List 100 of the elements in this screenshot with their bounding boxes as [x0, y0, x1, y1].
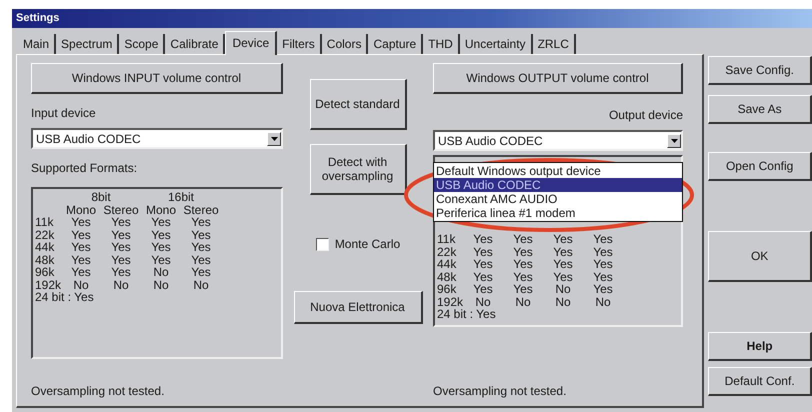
table-cell-text: No: [72, 278, 90, 291]
row-label: 96k: [35, 266, 56, 278]
tab[interactable]: Spectrum: [56, 34, 120, 54]
volume-control-button[interactable]: Windows INPUT volume control: [31, 63, 283, 94]
detect-button[interactable]: Detect with oversampling: [310, 144, 406, 195]
checkbox-label: Monte Carlo: [334, 237, 400, 251]
table-cell-text: Yes: [70, 216, 92, 228]
table-cell-text: Yes: [110, 266, 132, 278]
side-button[interactable]: Help: [708, 332, 812, 361]
row-label: 44k: [437, 258, 458, 270]
column-header: 16bit: [166, 191, 196, 204]
detect-button[interactable]: Detect standard: [310, 79, 406, 130]
table-cell-text: Yes: [472, 233, 494, 246]
table-cell-text: No: [514, 296, 532, 308]
table-cell-text: Yes: [190, 266, 212, 278]
table-cell-text: No: [152, 278, 170, 291]
row-label: 96k: [437, 283, 458, 296]
tab[interactable]: Capture: [368, 34, 424, 54]
tab[interactable]: Filters: [277, 34, 322, 54]
row-label: 11k: [35, 216, 54, 228]
dropdown-field[interactable]: USB Audio CODEC: [31, 128, 283, 149]
status-text: Oversampling not tested.: [433, 384, 568, 398]
row-label: 192k: [437, 296, 463, 308]
side-button[interactable]: OK: [708, 231, 812, 282]
side-button[interactable]: Open Config: [708, 152, 812, 181]
table-cell-text: Yes: [552, 258, 574, 270]
table-cell-text: Yes: [190, 216, 212, 228]
tab[interactable]: THD: [423, 34, 460, 54]
format-note: 24 bit : Yes: [35, 291, 95, 304]
table-cell-text: Yes: [70, 241, 92, 254]
table-cell-text: Yes: [150, 241, 172, 254]
table-cell-text: Yes: [70, 266, 92, 278]
status-text: Oversampling not tested.: [31, 384, 166, 398]
field-label: Supported Formats:: [31, 161, 138, 175]
table-cell-text: Yes: [552, 270, 574, 283]
table-cell-text: Yes: [110, 254, 132, 266]
field-label: Output device: [608, 108, 683, 122]
table-cell-text: Yes: [592, 233, 614, 246]
table-cell-text: Yes: [552, 246, 574, 258]
field-label: Input device: [31, 106, 97, 120]
table-cell-text: Yes: [190, 241, 212, 254]
table-cell-text: Yes: [150, 254, 172, 266]
row-label: 22k: [35, 228, 56, 241]
checkbox[interactable]: [316, 238, 329, 250]
table-cell-text: Yes: [512, 233, 534, 246]
table-cell-text: No: [594, 296, 612, 308]
table-cell-text: Yes: [472, 258, 494, 270]
row-label: 48k: [35, 254, 56, 266]
row-label: 11k: [437, 233, 456, 246]
dropdown-option[interactable]: Default Windows output device: [434, 164, 682, 178]
table-cell-text: Yes: [512, 246, 534, 258]
dropdown-field[interactable]: USB Audio CODEC: [433, 130, 683, 151]
table-cell-text: No: [152, 266, 170, 278]
table-cell-text: Yes: [150, 228, 172, 241]
side-button[interactable]: Default Conf.: [708, 367, 812, 396]
table-cell-text: Yes: [592, 270, 614, 283]
table-cell-text: Yes: [592, 283, 614, 296]
tab[interactable]: Main: [18, 34, 56, 54]
table-cell-text: Yes: [472, 283, 494, 296]
tab[interactable]: Uncertainty: [460, 34, 533, 54]
table-cell-text: Yes: [110, 228, 132, 241]
table-cell-text: No: [554, 283, 572, 296]
window-title: Settings: [12, 9, 812, 28]
row-label: 22k: [437, 246, 458, 258]
table-cell-text: No: [554, 296, 572, 308]
tab[interactable]: Device: [225, 31, 278, 55]
side-button[interactable]: Save As: [708, 95, 812, 124]
row-label: 44k: [35, 241, 56, 254]
table-cell-text: Yes: [70, 254, 92, 266]
table-cell-text: No: [192, 278, 210, 291]
dropdown-option[interactable]: Periferica linea #1 modem: [434, 206, 682, 220]
table-cell-text: No: [112, 278, 130, 291]
table-cell-text: No: [474, 296, 492, 308]
table-cell-text: Yes: [110, 241, 132, 254]
dropdown-option[interactable]: Conexant AMC AUDIO: [434, 192, 682, 206]
dropdown-option[interactable]: USB Audio CODEC: [434, 178, 682, 192]
table-cell-text: Yes: [472, 270, 494, 283]
table-cell-text: Yes: [110, 216, 132, 228]
volume-control-button[interactable]: Windows OUTPUT volume control: [433, 63, 683, 94]
tab[interactable]: ZRLC: [532, 34, 576, 54]
table-cell-text: Yes: [190, 254, 212, 266]
column-header: Mono: [64, 204, 98, 216]
side-button[interactable]: Save Config.: [708, 56, 812, 85]
tab[interactable]: Colors: [322, 34, 368, 54]
row-label: 48k: [437, 270, 458, 283]
table-cell-text: Yes: [512, 283, 534, 296]
nuova-elettronica-button[interactable]: Nuova Elettronica: [294, 291, 422, 324]
tab[interactable]: Scope: [119, 34, 166, 54]
row-label: 192k: [35, 278, 61, 291]
table-cell-text: Yes: [592, 246, 614, 258]
table-cell-text: Yes: [512, 258, 534, 270]
table-cell-text: Yes: [472, 246, 494, 258]
table-cell-text: Yes: [150, 216, 172, 228]
table-cell-text: Yes: [512, 270, 534, 283]
table-cell-text: Yes: [552, 233, 574, 246]
format-note: 24 bit : Yes: [437, 308, 497, 321]
table-cell-text: Yes: [190, 228, 212, 241]
table-cell-text: Yes: [592, 258, 614, 270]
column-header: Stereo: [182, 204, 220, 216]
column-header: 8bit: [90, 191, 112, 204]
